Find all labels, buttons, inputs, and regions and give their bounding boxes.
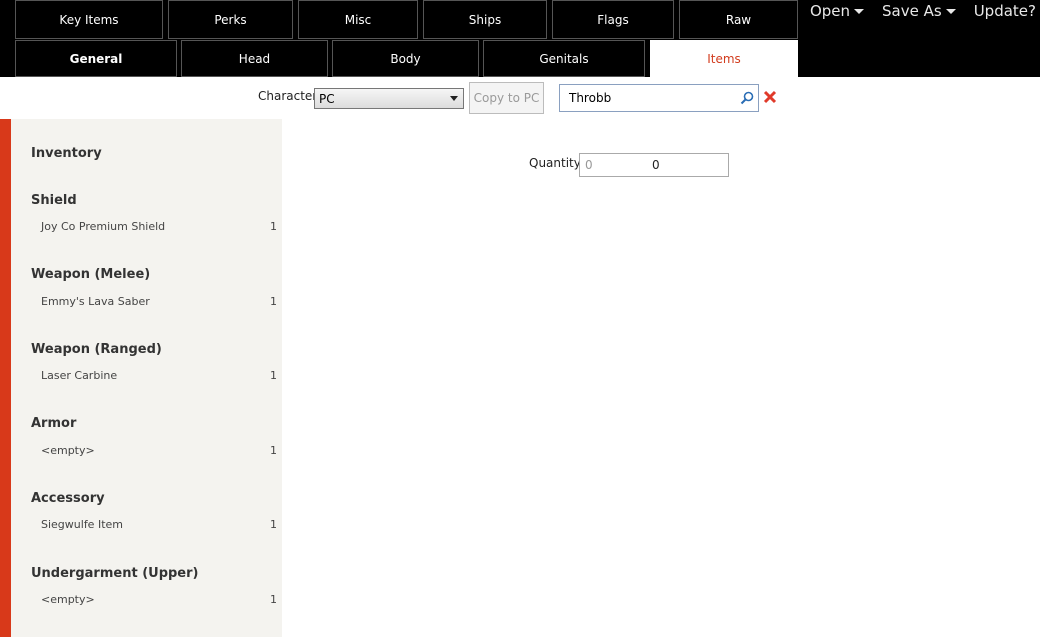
item-name: Emmy's Lava Saber — [41, 295, 150, 308]
tab-genitals[interactable]: Genitals — [483, 40, 645, 77]
tab-ships[interactable]: Ships — [423, 0, 547, 39]
open-menu[interactable]: Open — [809, 2, 865, 20]
list-item[interactable]: Joy Co Premium Shield 1 — [41, 220, 277, 233]
item-name: <empty> — [41, 444, 95, 457]
item-name: Siegwulfe Item — [41, 518, 123, 531]
list-item[interactable]: <empty> 1 — [41, 593, 277, 606]
tab-flags[interactable]: Flags — [552, 0, 674, 39]
item-name: <empty> — [41, 593, 95, 606]
list-item[interactable]: Siegwulfe Item 1 — [41, 518, 277, 531]
tab-body[interactable]: Body — [332, 40, 479, 77]
tab-raw[interactable]: Raw — [679, 0, 798, 39]
item-count: 1 — [270, 220, 277, 233]
caret-down-icon — [854, 8, 865, 14]
caret-down-icon — [945, 8, 956, 14]
inventory-heading: Inventory — [31, 146, 102, 161]
tab-perks[interactable]: Perks — [168, 0, 293, 39]
item-name: Laser Carbine — [41, 369, 118, 382]
section-heading: Armor — [31, 416, 77, 431]
top-navigation-bar: Key Items Perks Misc Ships Flags Raw Gen… — [0, 0, 1040, 77]
clear-search-icon[interactable] — [763, 90, 777, 104]
item-count: 1 — [270, 369, 277, 382]
update-link[interactable]: Update? — [974, 2, 1036, 20]
quantity-input[interactable]: 0 0 — [579, 153, 729, 177]
update-link-label: Update? — [973, 2, 1036, 20]
item-count: 1 — [270, 593, 277, 606]
open-menu-label: Open — [809, 2, 851, 20]
section-heading: Shield — [31, 193, 77, 208]
file-menu: Open Save As Update? — [810, 2, 1036, 20]
save-as-menu[interactable]: Save As — [882, 2, 956, 20]
save-as-menu-label: Save As — [882, 2, 942, 20]
list-item[interactable]: <empty> 1 — [41, 444, 277, 457]
search-input[interactable]: Throbb — [559, 84, 759, 112]
list-item[interactable]: Emmy's Lava Saber 1 — [41, 295, 277, 308]
tab-head[interactable]: Head — [181, 40, 328, 77]
inventory-sidebar: Inventory Shield Joy Co Premium Shield 1… — [0, 119, 282, 637]
list-item[interactable]: Laser Carbine 1 — [41, 369, 277, 382]
item-count: 1 — [270, 518, 277, 531]
item-count: 1 — [270, 444, 277, 457]
tab-items[interactable]: Items — [650, 40, 798, 77]
app-window: Key Items Perks Misc Ships Flags Raw Gen… — [0, 0, 1040, 637]
copy-to-pc-button[interactable]: Copy to PC — [469, 82, 544, 114]
dropdown-arrow-icon — [450, 96, 458, 101]
section-heading: Accessory — [31, 491, 105, 506]
section-heading: Weapon (Ranged) — [31, 342, 162, 357]
section-heading: Weapon (Melee) — [31, 267, 151, 282]
quantity-placeholder: 0 — [585, 158, 593, 172]
item-count: 1 — [270, 295, 277, 308]
tab-key-items[interactable]: Key Items — [15, 0, 163, 39]
character-label: Character — [258, 89, 318, 103]
toolbar: Character PC Copy to PC Throbb — [0, 82, 1040, 116]
tab-misc[interactable]: Misc — [298, 0, 418, 39]
character-select[interactable]: PC — [314, 88, 464, 109]
search-icon[interactable] — [740, 91, 754, 105]
search-input-value: Throbb — [569, 91, 612, 105]
tab-general[interactable]: General — [15, 40, 177, 77]
character-select-value: PC — [319, 91, 335, 106]
quantity-value: 0 — [652, 158, 660, 172]
item-name: Joy Co Premium Shield — [41, 220, 166, 233]
quantity-label: Quantity — [529, 156, 581, 170]
section-heading: Undergarment (Upper) — [31, 566, 199, 581]
